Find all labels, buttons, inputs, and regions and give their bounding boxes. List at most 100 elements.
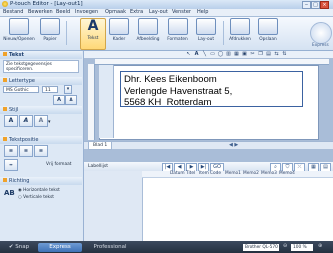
text-a-icon: A: [87, 18, 99, 34]
arrange-tool-icon[interactable]: ⇅: [281, 51, 288, 58]
sheet-scroll-icon[interactable]: ◀ ▶: [229, 142, 238, 149]
image-tool-icon[interactable]: ▣: [241, 51, 248, 58]
align-right-icon[interactable]: ≡: [34, 145, 48, 157]
align-section-label: Tekstpositie: [9, 137, 39, 143]
font-section-header: Lettertype: [0, 77, 82, 85]
paper-button[interactable]: Papier: [38, 18, 62, 48]
grow-font-button[interactable]: A: [53, 95, 65, 105]
table-tool-icon[interactable]: ▦: [233, 51, 240, 58]
col-memo4[interactable]: Memo4: [279, 171, 295, 177]
panel-tip: Zie tekstgegevensjes specificeren.: [3, 60, 79, 73]
direction-section-label: Richting: [9, 178, 30, 184]
horizontal-text-option[interactable]: ◉ Horizontale tekst: [18, 188, 60, 193]
font-section-label: Lettertype: [9, 78, 35, 84]
shrink-font-button[interactable]: A: [65, 95, 77, 105]
col-item[interactable]: Item: [199, 171, 209, 177]
sheet-tab-bar: Blad 1 ◀ ▶: [84, 141, 333, 150]
menu-invoegen[interactable]: Invoegen: [75, 9, 98, 16]
col-titel[interactable]: Titel: [186, 171, 195, 177]
image-label: Afbeelding: [136, 37, 160, 42]
col-memo3[interactable]: Memo3: [261, 171, 277, 177]
express-label: Express: [312, 43, 329, 48]
menu-bewerken[interactable]: Bewerken: [28, 9, 53, 16]
style-dropdown-icon[interactable]: ▾: [48, 119, 51, 125]
express-capsule[interactable]: [310, 22, 332, 44]
style-section-label: Stijl: [9, 107, 19, 113]
font-name-select[interactable]: MS Gothic: [3, 86, 39, 93]
align-left-icon[interactable]: ≡: [4, 145, 18, 157]
menu-opmaak[interactable]: Opmaak: [105, 9, 126, 16]
text-button[interactable]: A Tekst: [80, 18, 106, 50]
outline-button[interactable]: A: [34, 115, 48, 127]
text-label: Tekst: [87, 36, 99, 41]
direction-sample: AB: [4, 189, 15, 197]
maximize-button[interactable]: □: [311, 1, 320, 9]
menu-layout[interactable]: Lay-out: [149, 9, 168, 16]
free-size-icon[interactable]: ↔: [4, 159, 18, 171]
ribbon: Nieuw/Openen Papier A Tekst Kader Afbeel…: [0, 17, 333, 51]
mode-snap-tab[interactable]: ✔ Snap: [4, 243, 34, 252]
mode-snap-label: Snap: [15, 244, 30, 250]
paper-label: Papier: [43, 37, 57, 42]
close-button[interactable]: ×: [320, 1, 329, 9]
menu-venster[interactable]: Venster: [172, 9, 191, 16]
app-icon[interactable]: [2, 1, 8, 7]
font-size-arrow-icon[interactable]: ▾: [64, 85, 72, 94]
status-bar: ✔ Snap Express Professional Brother QL-5…: [0, 241, 333, 253]
property-panel: Tekst Zie tekstgegevensjes specificeren.…: [0, 51, 84, 241]
formats-label: Formaten: [167, 37, 188, 42]
align-center-icon[interactable]: ≡: [19, 145, 33, 157]
new-open-label: Nieuw/Openen: [3, 37, 35, 42]
ribbon-separator: [66, 21, 67, 45]
menu-extra[interactable]: Extra: [130, 9, 143, 16]
sheet-tab[interactable]: Blad 1: [88, 142, 113, 150]
align-tool-icon[interactable]: ⇆: [273, 51, 280, 58]
bold-button[interactable]: A: [4, 115, 18, 127]
col-datum[interactable]: Datum: [170, 171, 185, 177]
zoom-select[interactable]: 100 %: [291, 244, 313, 251]
menu-help[interactable]: Help: [197, 9, 208, 16]
save-button[interactable]: Opslaan: [255, 18, 281, 48]
mode-express-tab[interactable]: Express: [38, 243, 82, 252]
pointer-tool-icon[interactable]: ↖: [185, 51, 192, 58]
menu-bestand[interactable]: Bestand: [3, 9, 23, 16]
barcode-tool-icon[interactable]: ▥: [225, 51, 232, 58]
vertical-text-option[interactable]: ○ Verticale tekst: [18, 195, 54, 200]
frame-button[interactable]: Kader: [108, 18, 130, 48]
label-address-text[interactable]: Dhr. Kees Eikenboom Verlengde Havenstraa…: [124, 74, 232, 109]
print-button[interactable]: Afdrukken: [227, 18, 253, 48]
direction-section-header: Richting: [0, 177, 82, 185]
minimize-button[interactable]: ‒: [302, 1, 311, 9]
save-icon: [258, 18, 278, 35]
ellipse-tool-icon[interactable]: ◯: [217, 51, 224, 58]
menu-beeld[interactable]: Beeld: [56, 9, 70, 16]
layout-label: Lay-out: [197, 37, 215, 42]
italic-button[interactable]: A: [19, 115, 33, 127]
rectangle-tool-icon[interactable]: ▭: [209, 51, 216, 58]
paper-icon: [40, 18, 60, 35]
new-open-button[interactable]: Nieuw/Openen: [2, 18, 36, 48]
cut-tool-icon[interactable]: ✂: [249, 51, 256, 58]
col-memo1[interactable]: Memo1: [225, 171, 241, 177]
copy-tool-icon[interactable]: ❐: [257, 51, 264, 58]
image-button[interactable]: Afbeelding: [133, 18, 163, 48]
line-tool-icon[interactable]: ╲: [201, 51, 208, 58]
printer-select[interactable]: Brother QL-570: [243, 244, 279, 251]
formats-button[interactable]: Formaten: [164, 18, 191, 48]
style-section-header: Stijl: [0, 106, 82, 114]
layout-icon: [196, 18, 216, 35]
zoom-in-icon[interactable]: ⊕: [318, 243, 322, 249]
window-title: P-touch Editor - [Lay-out1]: [10, 1, 83, 7]
col-code[interactable]: Code: [210, 171, 221, 177]
align-section-header: Tekstpositie: [0, 136, 82, 144]
zoom-out-icon[interactable]: ⊖: [283, 243, 287, 249]
text-tool-icon[interactable]: A: [193, 51, 200, 58]
layout-button[interactable]: Lay-out: [193, 18, 219, 48]
label-list-pane: [84, 171, 143, 241]
frame-label: Kader: [112, 37, 126, 42]
frame-icon: [109, 18, 129, 35]
font-size-select[interactable]: 11: [42, 86, 58, 93]
paste-tool-icon[interactable]: ▤: [265, 51, 272, 58]
col-memo2[interactable]: Memo2: [243, 171, 259, 177]
mode-professional-tab[interactable]: Professional: [84, 243, 136, 252]
